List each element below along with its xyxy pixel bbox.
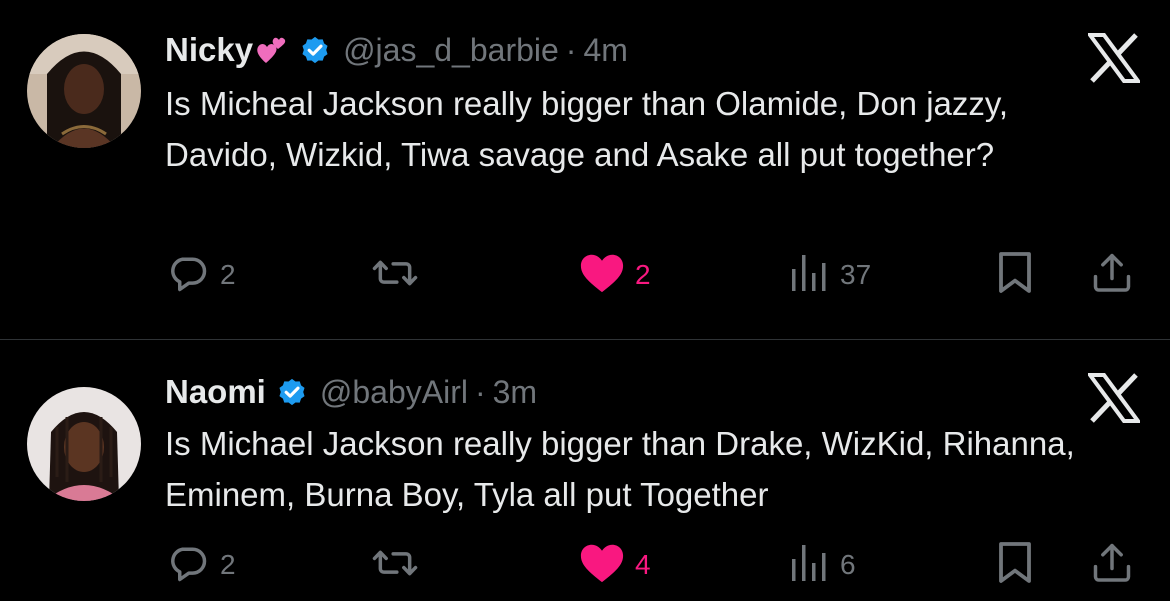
views-icon — [790, 541, 830, 590]
handle[interactable]: @babyAirl — [320, 374, 468, 411]
share-button[interactable] — [1090, 540, 1134, 590]
tweet-text: Is Michael Jackson really bigger than Dr… — [165, 425, 1075, 513]
reply-count: 2 — [220, 549, 236, 580]
retweet-icon — [370, 251, 420, 300]
views-icon — [790, 251, 830, 300]
tweet-text: Is Micheal Jackson really bigger than Ol… — [165, 85, 1009, 173]
like-button[interactable]: 2 — [579, 250, 651, 300]
views-count: 6 — [840, 549, 856, 580]
tweet[interactable]: Naomi @babyAirl · 3m Is Michael Jackson … — [0, 340, 1170, 601]
avatar[interactable] — [27, 387, 141, 501]
verified-badge-icon[interactable] — [276, 376, 308, 408]
display-name[interactable]: Naomi — [165, 373, 266, 411]
bookmark-button[interactable] — [997, 250, 1033, 300]
like-count: 4 — [635, 549, 651, 580]
retweet-button[interactable] — [370, 540, 430, 590]
tweet[interactable]: Nicky @jas_d_barbie · 4m Is Micheal Jack… — [0, 0, 1170, 339]
retweet-icon — [370, 541, 420, 590]
tweet-header: Naomi @babyAirl · 3m — [165, 370, 537, 414]
timestamp[interactable]: 4m — [583, 32, 627, 69]
timestamp[interactable]: 3m — [493, 374, 537, 411]
action-bar: 2 4 6 — [0, 540, 1170, 590]
x-logo-icon[interactable] — [1086, 373, 1142, 423]
tweet-header: Nicky @jas_d_barbie · 4m — [165, 28, 628, 72]
share-icon — [1090, 251, 1134, 300]
like-button[interactable]: 4 — [579, 540, 651, 590]
reply-icon — [166, 541, 210, 590]
retweet-button[interactable] — [370, 250, 430, 300]
heart-icon — [579, 541, 625, 590]
handle[interactable]: @jas_d_barbie — [343, 32, 559, 69]
views-button[interactable]: 37 — [790, 250, 871, 300]
heart-icon — [579, 251, 625, 300]
reply-button[interactable]: 2 — [166, 540, 236, 590]
bookmark-icon — [997, 541, 1033, 590]
reply-count: 2 — [220, 259, 236, 290]
x-logo-icon[interactable] — [1086, 33, 1142, 83]
share-icon — [1090, 541, 1134, 590]
separator-dot: · — [474, 373, 486, 410]
bookmark-icon — [997, 251, 1033, 300]
reply-button[interactable]: 2 — [166, 250, 236, 300]
action-bar: 2 2 37 — [0, 250, 1170, 300]
bookmark-button[interactable] — [997, 540, 1033, 590]
avatar[interactable] — [27, 34, 141, 148]
display-name[interactable]: Nicky — [165, 31, 253, 69]
verified-badge-icon[interactable] — [299, 34, 331, 66]
views-button[interactable]: 6 — [790, 540, 856, 590]
share-button[interactable] — [1090, 250, 1134, 300]
separator-dot: · — [565, 31, 577, 68]
reply-icon — [166, 251, 210, 300]
like-count: 2 — [635, 259, 651, 290]
views-count: 37 — [840, 259, 872, 290]
two-hearts-emoji — [255, 33, 289, 67]
